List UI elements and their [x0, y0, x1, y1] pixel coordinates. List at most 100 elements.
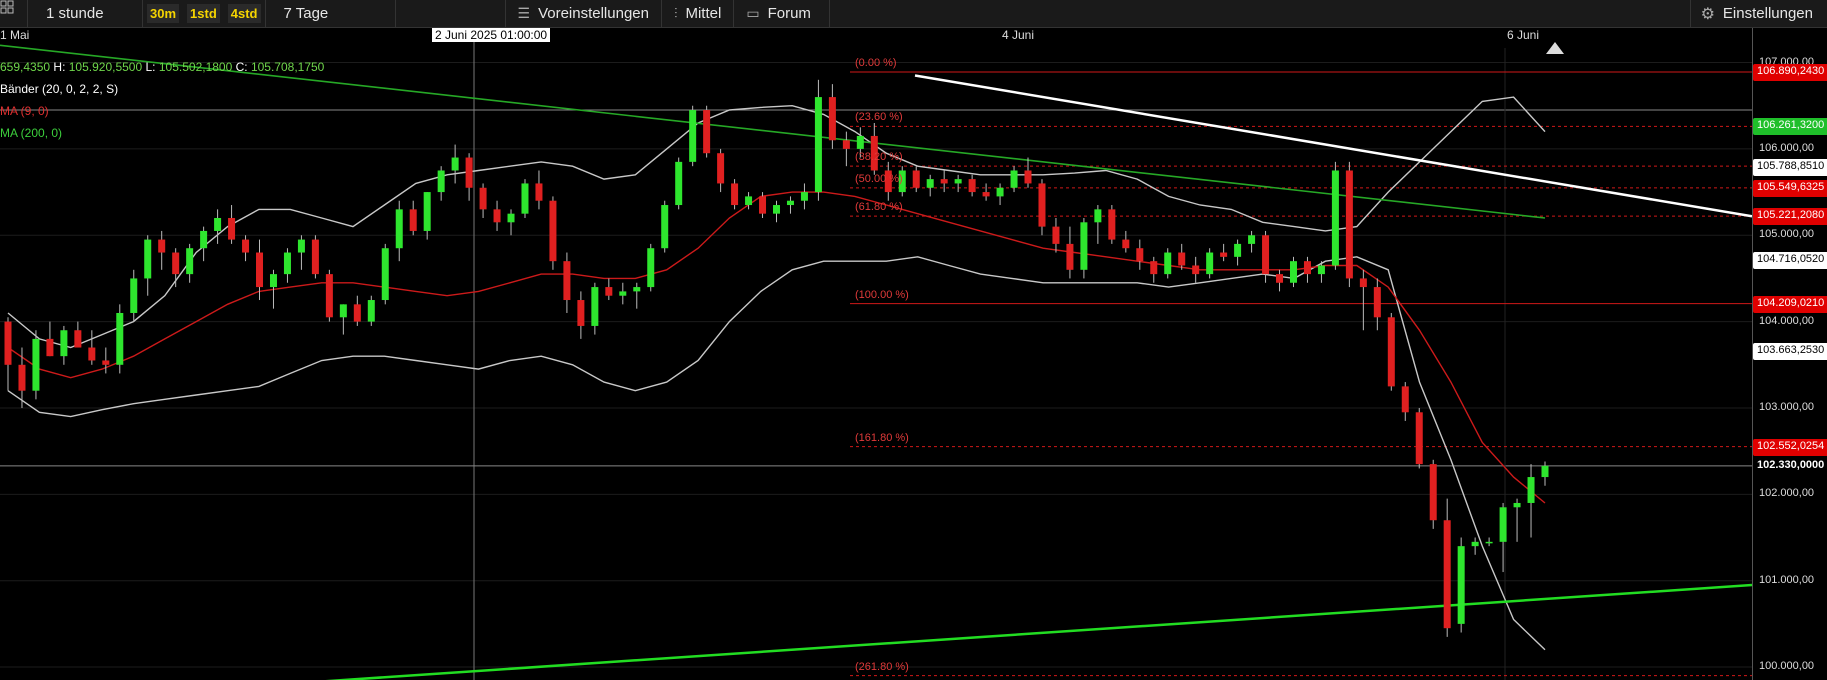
candle-body: [1499, 507, 1507, 542]
candle-body: [88, 347, 96, 361]
fib-label: (50.00 %): [855, 172, 903, 185]
candle-body: [940, 179, 948, 184]
price-tag-fib0: 106.890,2430: [1753, 64, 1827, 82]
price-axis[interactable]: 107.000,00 106.000,00 105.000,00 104.000,00…: [1752, 28, 1827, 680]
settings-button[interactable]: ⚙ Einstellungen: [1689, 0, 1827, 28]
fib-label: (0.00 %): [855, 57, 897, 70]
candle-body: [1303, 261, 1311, 275]
candle-body: [451, 157, 459, 171]
price-chart[interactable]: [0, 28, 1752, 680]
candle-body: [395, 209, 403, 249]
range-select[interactable]: 7 Tage: [266, 0, 396, 28]
candle-body: [297, 239, 305, 253]
candle-body: [1038, 183, 1046, 227]
candle-body: [1513, 502, 1521, 508]
candle-body: [381, 248, 389, 301]
candle-body: [74, 330, 82, 348]
candle-body: [339, 304, 347, 318]
candle-body: [283, 252, 291, 275]
candle-body: [214, 217, 222, 231]
candle-body: [46, 338, 54, 357]
candle-body: [675, 161, 683, 206]
candle-body: [1136, 248, 1144, 262]
candle-body: [1415, 412, 1423, 465]
fib-label: (61.80 %): [855, 201, 903, 214]
price-tag-bb-mid: 104.716,0520: [1753, 251, 1827, 269]
candle-body: [786, 200, 794, 206]
fib-label: (23.60 %): [855, 111, 903, 124]
candle-body: [423, 192, 431, 231]
candle-body: [745, 196, 753, 206]
price-tick: 104.000,00: [1759, 314, 1815, 327]
price-tag-fib382: 105.549,6325: [1753, 179, 1827, 197]
forum-button[interactable]: ▭ Forum: [734, 0, 831, 28]
candle-body: [1457, 546, 1465, 624]
candle-body: [144, 239, 152, 279]
price-tick: 103.000,00: [1759, 400, 1815, 413]
price-tick: 101.000,00: [1759, 573, 1815, 586]
candle-body: [1066, 243, 1074, 270]
candle-body: [1234, 243, 1242, 257]
candle-body: [1387, 317, 1395, 387]
candle-body: [409, 209, 417, 231]
chart-area[interactable]: 1 Mai 2 Juni 2025 01:00:00 4 Juni 6 Juni…: [0, 28, 1827, 680]
quick-range-4std[interactable]: 4std: [224, 0, 266, 28]
candle-body: [982, 192, 990, 197]
candle-body: [549, 200, 557, 262]
candle-body: [479, 187, 487, 210]
candle-body: [1485, 541, 1493, 544]
fib-label: (38.20 %): [855, 151, 903, 164]
candle-body: [1122, 239, 1130, 249]
candle-body: [1373, 287, 1381, 318]
candle-body: [1471, 541, 1479, 547]
candle-body: [647, 248, 655, 288]
price-tick: 106.000,00: [1759, 141, 1815, 154]
candle-body: [325, 274, 333, 318]
layout-grid-icon[interactable]: [0, 0, 28, 28]
candle-body: [1541, 465, 1549, 478]
price-tag-bb-upper: 105.788,8510: [1753, 159, 1827, 177]
quick-range-1std[interactable]: 1std: [183, 0, 224, 28]
candle-body: [1192, 265, 1200, 275]
candle-body: [773, 205, 780, 214]
candle-body: [60, 330, 68, 357]
candle-body: [1024, 170, 1032, 184]
candle-body: [1220, 252, 1228, 257]
quick-range-30m[interactable]: 30m: [143, 0, 183, 28]
candle-body: [1289, 261, 1297, 283]
candle-body: [32, 338, 40, 391]
candle-body: [996, 187, 1004, 197]
legend-bollinger[interactable]: Bänder (20, 0, 2, 2, S): [0, 82, 118, 96]
price-tick: 105.000,00: [1759, 228, 1815, 241]
candle-body: [465, 157, 473, 188]
candle-body: [1164, 252, 1172, 275]
candle-body: [18, 364, 26, 391]
candles-icon: ⫶: [673, 5, 678, 21]
candle-body: [437, 170, 445, 193]
toolbar: 1 stunde 30m 1std 4std 7 Tage ☰ Voreinst…: [0, 0, 1827, 28]
candle-body: [591, 287, 599, 326]
interval-select[interactable]: 1 stunde: [28, 0, 143, 28]
candle-body: [1443, 520, 1451, 629]
indicators-button[interactable]: ⫶ Mittel: [662, 0, 735, 28]
candle-body: [1080, 222, 1088, 270]
presets-button[interactable]: ☰ Voreinstellungen: [506, 0, 662, 28]
candle-body: [1331, 170, 1339, 266]
candle-body: [256, 252, 264, 288]
legend-ma9[interactable]: MA (9, 0): [0, 104, 49, 118]
candle-body: [717, 153, 725, 184]
candle-body: [814, 97, 822, 193]
candle-body: [731, 183, 739, 206]
candle-body: [353, 304, 361, 322]
candle-body: [619, 291, 627, 296]
candle-body: [926, 179, 934, 188]
legend-ma200[interactable]: MA (200, 0): [0, 126, 62, 140]
candle-body: [1401, 386, 1409, 413]
candle-body: [689, 110, 697, 162]
ohlc-readout: 659,4350 H: 105.920,5500 L: 105.502,1800…: [0, 60, 325, 74]
candle-body: [759, 196, 767, 214]
candle-body: [1178, 252, 1186, 266]
scroll-up-icon[interactable]: [1546, 42, 1564, 54]
trendline-green: [325, 583, 1752, 680]
candle-body: [535, 183, 543, 201]
